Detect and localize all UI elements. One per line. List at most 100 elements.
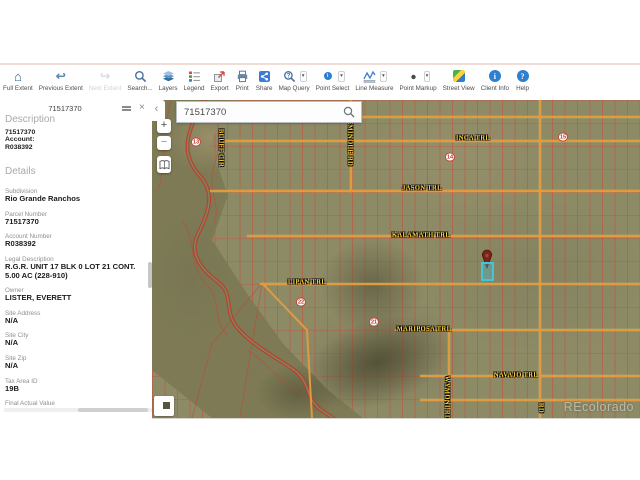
field-legal-description: Legal Description R.G.R. UNIT 17 BLK 0 LO… <box>5 256 147 280</box>
route-badge: 13 <box>190 137 202 147</box>
field-label: Site Zip <box>5 354 27 362</box>
street-view-icon <box>451 69 466 84</box>
field-value: N/A <box>5 360 19 370</box>
tool-next-extent: ↪ Next Extent <box>89 68 122 92</box>
tool-line-measure[interactable]: ▾ Line Measure <box>355 68 393 92</box>
field-value: R.G.R. UNIT 17 BLK 0 LOT 21 CONT. 5.00 A… <box>5 262 136 280</box>
detail-fields: Subdivision Rio Grande Ranchos Parcel Numb… <box>5 188 150 412</box>
zoom-in-button[interactable]: + <box>157 119 171 133</box>
home-icon: ⌂ <box>13 68 22 84</box>
route-badge: 14 <box>444 152 456 162</box>
field-owner: Owner LISTER, EVERETT <box>5 287 147 303</box>
top-divider <box>0 63 640 65</box>
export-icon <box>212 69 227 84</box>
tool-label: Help <box>516 85 530 92</box>
client-info-icon: i <box>487 69 502 84</box>
route-badge: 22 <box>295 297 307 307</box>
tool-point-markup[interactable]: ▾ Point Markup <box>399 68 437 92</box>
field-value: R038392 <box>5 239 36 249</box>
street-label: BLUFF CIR <box>217 128 225 168</box>
svg-text:?: ? <box>287 73 291 79</box>
map-search-box[interactable]: 71517370 <box>176 101 362 123</box>
tool-point-select[interactable]: i ▾ Point Select <box>315 68 350 92</box>
field-parcel-number: Parcel Number 71517370 <box>5 211 147 227</box>
street-label: SEMINOLE RD <box>346 115 354 167</box>
tool-label: Next Extent <box>88 85 122 92</box>
street-label: MARIPOSA TRL <box>396 325 452 333</box>
tool-label: Layers <box>158 85 178 92</box>
details-heading: Details <box>5 166 36 178</box>
line-measure-icon <box>362 69 377 84</box>
field-tax-area-id: Tax Area ID 19B <box>5 378 147 394</box>
map-canvas[interactable]: INCA TRL JASON TRL KALAMATH TRL LIPAN TRL MA… <box>152 100 640 419</box>
field-value: 19B <box>5 383 19 393</box>
tool-export[interactable]: Export <box>211 68 229 92</box>
search-input[interactable]: 71517370 <box>177 107 343 118</box>
tool-full-extent[interactable]: ⌂ Full Extent <box>3 68 33 93</box>
search-icon[interactable] <box>343 106 355 118</box>
tool-help[interactable]: ? Help <box>515 68 530 92</box>
layers-icon <box>161 69 176 84</box>
overview-map-button[interactable] <box>154 396 174 416</box>
tool-label: Client Info <box>480 85 510 92</box>
dropdown-caret-icon[interactable]: ▾ <box>338 70 345 82</box>
field-account-number: Account Number R038392 <box>5 233 147 249</box>
tool-search[interactable]: Search... <box>127 68 153 92</box>
tool-street-view[interactable]: Street View <box>443 68 475 92</box>
field-value: Rio Grande Ranchos <box>5 194 81 204</box>
field-label: Final Actual Value <box>5 400 55 408</box>
bookmarks-button[interactable] <box>157 156 171 173</box>
tool-legend[interactable]: Legend <box>184 68 205 92</box>
field-value: N/A <box>5 338 19 348</box>
selected-parcel-highlight <box>481 262 494 281</box>
street-label: RD <box>537 402 545 414</box>
field-site-city: Site City N/A <box>5 332 147 348</box>
field-value: 71517370 <box>5 216 39 226</box>
tool-label: Full Extent <box>3 85 33 92</box>
sidebar-collapse-button[interactable]: ‹ <box>148 100 165 121</box>
description-line: Account: <box>5 136 35 144</box>
map-query-icon: ? <box>282 69 297 84</box>
field-subdivision: Subdivision Rio Grande Ranchos <box>5 188 147 204</box>
tool-label: Line Measure <box>355 85 394 92</box>
sidebar-vertical-scrollbar[interactable] <box>148 262 152 288</box>
street-label: WYMONI RD <box>443 375 451 419</box>
field-site-address: Site Address N/A <box>5 310 147 326</box>
street-label: JASON TRL <box>402 184 442 192</box>
field-label: Tax Area ID <box>5 377 38 385</box>
search-icon <box>133 69 148 84</box>
dropdown-caret-icon[interactable]: ▾ <box>423 70 431 82</box>
description-line: 71517370 <box>5 129 36 136</box>
tool-previous-extent[interactable]: ↩ Previous Extent <box>39 68 83 92</box>
help-icon: ? <box>515 69 530 84</box>
gis-parcel-viewer: ⌂ Full Extent ↩ Previous Extent ↪ Next Extent… <box>0 0 640 480</box>
tool-label: Point Select <box>315 85 350 92</box>
zoom-out-button[interactable]: − <box>157 136 171 150</box>
tool-label: Point Markup <box>399 85 437 92</box>
tool-label: Export <box>210 85 229 92</box>
dropdown-caret-icon[interactable]: ▾ <box>299 70 307 82</box>
sidebar-hscroll-thumb[interactable] <box>78 408 148 412</box>
point-markup-icon <box>406 69 421 84</box>
overview-map-icon <box>163 402 170 409</box>
dropdown-caret-icon[interactable]: ▾ <box>380 70 387 82</box>
description-line: R038392 <box>5 143 33 151</box>
street-label: LIPAN TRL <box>287 278 327 286</box>
map-toolbar: ⌂ Full Extent ↩ Previous Extent ↪ Next Extent… <box>0 66 640 102</box>
field-value: N/A <box>5 315 19 325</box>
major-road <box>539 100 541 418</box>
legend-icon <box>187 69 202 84</box>
tool-label: Map Query <box>278 85 310 92</box>
book-icon <box>159 159 169 169</box>
share-icon <box>257 69 272 84</box>
field-label: Site City <box>5 332 29 340</box>
tool-label: Search... <box>127 85 153 92</box>
tool-map-query[interactable]: ? ▾ Map Query <box>279 68 310 92</box>
point-select-icon: i <box>320 69 335 84</box>
tool-share[interactable]: Share <box>256 68 273 92</box>
tool-label: Street View <box>442 85 475 92</box>
tool-layers[interactable]: Layers <box>159 68 178 92</box>
tool-print[interactable]: Print <box>235 68 250 92</box>
results-menu-icon[interactable] <box>122 106 131 108</box>
tool-client-info[interactable]: i Client Info <box>481 68 509 92</box>
